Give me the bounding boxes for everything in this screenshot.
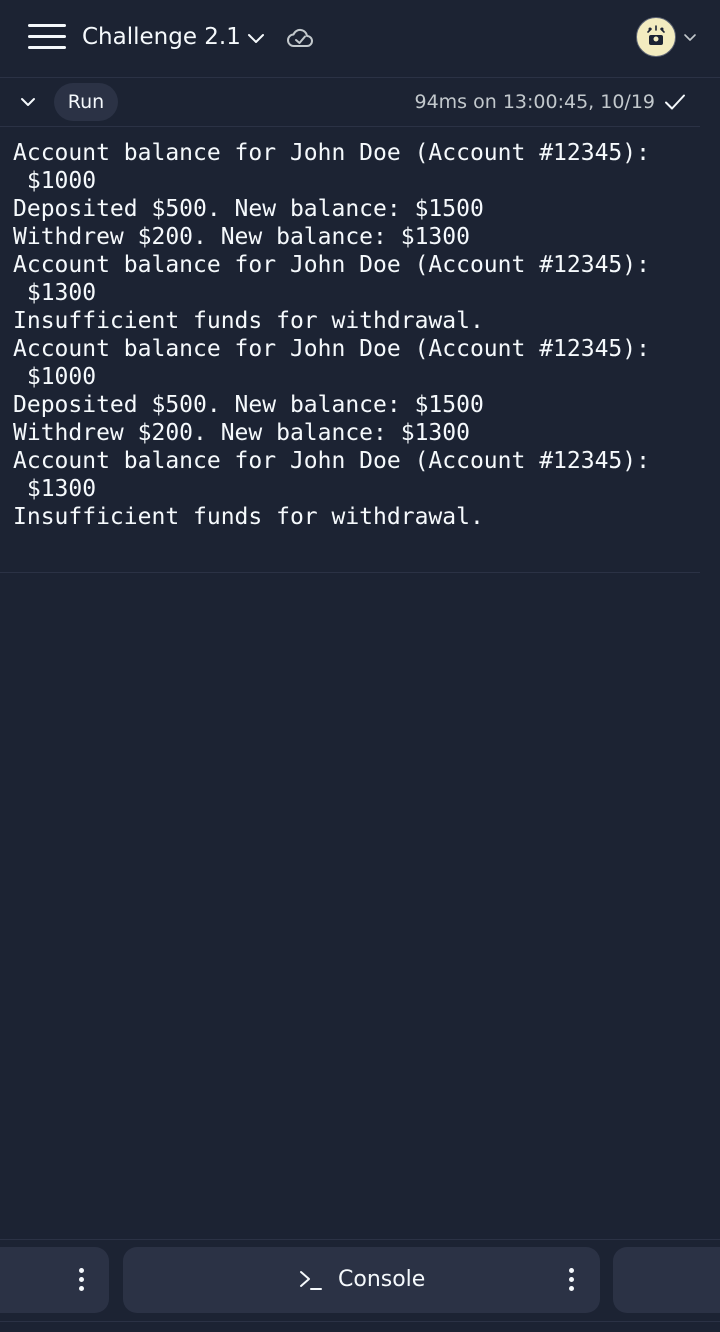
console-line: Insufficient funds for withdrawal. [13, 504, 484, 530]
console-line: $1300 [13, 280, 97, 306]
console-line: $1000 [13, 364, 97, 390]
tab-left[interactable] [0, 1247, 109, 1313]
bottom-divider-lower [0, 1321, 720, 1322]
run-button[interactable]: Run [54, 83, 118, 121]
console-line: Account balance for John Doe (Account #1… [13, 448, 650, 474]
avatar-chevron-down-icon[interactable] [681, 28, 699, 46]
kebab-menu-icon[interactable] [78, 1268, 84, 1292]
chevron-down-icon[interactable] [244, 26, 268, 50]
project-title[interactable]: Challenge 2.1 [82, 22, 241, 52]
console-line: Deposited $500. New balance: $1500 [13, 392, 484, 418]
checkmark-icon [665, 94, 685, 110]
console-line: Withdrew $200. New balance: $1300 [13, 420, 470, 446]
console-tab-label: Console [338, 1267, 426, 1292]
console-line: $1300 [13, 476, 97, 502]
run-toolbar: Run 94ms on 13:00:45, 10/19 [0, 78, 700, 127]
console-line: Deposited $500. New balance: $1500 [13, 196, 484, 222]
avatar[interactable] [636, 17, 676, 57]
kebab-menu-icon[interactable] [568, 1268, 574, 1292]
console-line: Insufficient funds for withdrawal. [13, 308, 484, 334]
console-line: Account balance for John Doe (Account #1… [13, 252, 650, 278]
console-line: Account balance for John Doe (Account #1… [13, 140, 650, 166]
app-root: Challenge 2.1 Run 94ms on 13:00:45, 10/1… [0, 0, 720, 1332]
top-header: Challenge 2.1 [0, 0, 720, 78]
collapse-chevron-down-icon[interactable] [16, 90, 40, 114]
console-line: Account balance for John Doe (Account #1… [13, 336, 650, 362]
tab-right[interactable] [613, 1247, 720, 1313]
bottom-divider [0, 1239, 720, 1240]
run-status-text: 94ms on 13:00:45, 10/19 [414, 91, 656, 113]
console-line: Withdrew $200. New balance: $1300 [13, 224, 470, 250]
hamburger-menu-icon[interactable] [28, 24, 66, 50]
console-output: Account balance for John Doe (Account #1… [0, 127, 700, 573]
console-line: $1000 [13, 168, 97, 194]
cloud-check-icon[interactable] [285, 24, 315, 52]
terminal-prompt-icon [300, 1271, 322, 1290]
avatar-image [647, 25, 665, 45]
